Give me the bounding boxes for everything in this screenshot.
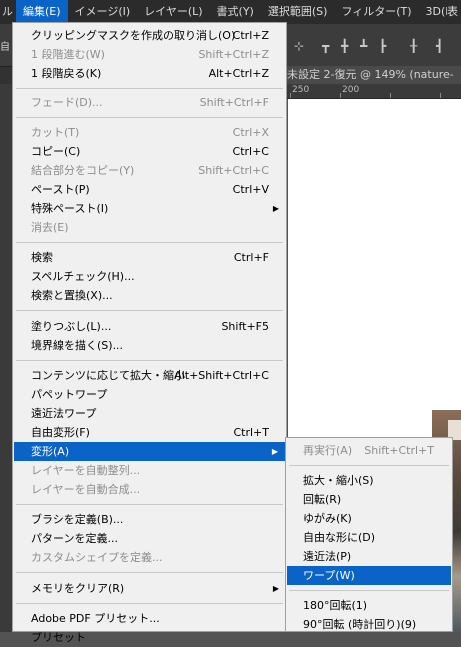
- menu-separator: [16, 242, 283, 243]
- menu-item-presets[interactable]: プリセット: [13, 628, 286, 647]
- options-label: 自: [0, 42, 10, 53]
- menu-item-auto-align-layers[interactable]: レイヤーを自動整列...: [13, 461, 286, 480]
- menu-item-fade[interactable]: フェード(D)... Shift+Ctrl+F: [13, 93, 286, 112]
- menu-item-fill[interactable]: 塗りつぶし(L)... Shift+F5: [13, 317, 286, 336]
- menu-item-step-backward[interactable]: 1 段階戻る(K) Alt+Ctrl+Z: [13, 64, 286, 83]
- menu-overflow[interactable]: 表: [447, 0, 461, 24]
- menu-item-purge[interactable]: メモリをクリア(R) ▶: [13, 579, 286, 598]
- menu-item-copy[interactable]: コピー(C) Ctrl+C: [13, 142, 286, 161]
- align-left-icon[interactable]: ┣: [379, 40, 393, 52]
- submenu-item-skew[interactable]: ゆがみ(K): [286, 509, 452, 528]
- menu-item-find-replace[interactable]: 検索と置換(X)...: [13, 286, 286, 305]
- align-hcenter-icon[interactable]: ╂: [410, 40, 424, 52]
- submenu-item-distort[interactable]: 自由な形に(D): [286, 528, 452, 547]
- menu-item-puppet-warp[interactable]: パペットワープ: [13, 385, 286, 404]
- edit-menu: クリッピングマスクを作成の取り消し(O) Ctrl+Z 1 段階進む(W) Sh…: [12, 22, 287, 644]
- menu-item-spell-check[interactable]: スペルチェック(H)...: [13, 267, 286, 286]
- menu-edit[interactable]: 編集(E): [16, 0, 68, 24]
- menu-item-stroke[interactable]: 境界線を描く(S)...: [13, 336, 286, 355]
- menu-filter[interactable]: フィルター(T): [334, 0, 418, 24]
- menu-item-search[interactable]: 検索 Ctrl+F: [13, 248, 286, 267]
- menu-item-free-transform[interactable]: 自由変形(F) Ctrl+T: [13, 423, 286, 442]
- menu-file-partial[interactable]: ル: [0, 0, 16, 24]
- align-right-icon[interactable]: ┫: [436, 40, 450, 52]
- menu-item-perspective-warp[interactable]: 遠近法ワープ: [13, 404, 286, 423]
- menu-separator: [16, 603, 283, 604]
- menu-item-pdf-presets[interactable]: Adobe PDF プリセット...: [13, 609, 286, 628]
- menu-type[interactable]: 書式(Y): [210, 0, 261, 24]
- menu-separator: [16, 572, 283, 573]
- submenu-arrow-icon: ▶: [271, 447, 278, 456]
- menu-item-paste[interactable]: ペースト(P) Ctrl+V: [13, 180, 286, 199]
- submenu-item-perspective[interactable]: 遠近法(P): [286, 547, 452, 566]
- menu-select[interactable]: 選択範囲(S): [261, 0, 335, 24]
- align-bottom-icon[interactable]: ┻: [360, 40, 374, 52]
- ruler-label-200: 200: [342, 85, 360, 95]
- transform-submenu: 再実行(A) Shift+Ctrl+T 拡大・縮小(S) 回転(R) ゆがみ(K…: [285, 437, 453, 632]
- menu-item-clear[interactable]: 消去(E): [13, 218, 286, 237]
- menu-item-transform[interactable]: 変形(A) ▶: [14, 442, 285, 461]
- menu-separator: [289, 465, 449, 466]
- submenu-item-again[interactable]: 再実行(A) Shift+Ctrl+T: [286, 441, 452, 460]
- submenu-item-rotate[interactable]: 回転(R): [286, 490, 452, 509]
- menu-separator: [16, 360, 283, 361]
- submenu-item-rotate-90-cw[interactable]: 90°回転 (時計回り)(9): [286, 615, 452, 634]
- align-vcenter-icon[interactable]: ╋: [341, 40, 355, 52]
- menu-item-paste-special[interactable]: 特殊ペースト(I) ▶: [13, 199, 286, 218]
- document-tab[interactable]: 未設定 2-復元 @ 149% (nature-: [283, 66, 461, 84]
- menu-separator: [16, 117, 283, 118]
- menu-separator: [16, 88, 283, 89]
- vertical-ruler: [0, 98, 12, 632]
- align-top-icon[interactable]: ┳: [322, 40, 336, 52]
- submenu-item-scale[interactable]: 拡大・縮小(S): [286, 471, 452, 490]
- menu-separator: [289, 590, 449, 591]
- transform-icon[interactable]: ⊹: [294, 40, 308, 52]
- ruler-label-250: 250: [292, 85, 310, 95]
- menu-item-define-brush[interactable]: ブラシを定義(B)...: [13, 510, 286, 529]
- menu-item-cut[interactable]: カット(T) Ctrl+X: [13, 123, 286, 142]
- menu-item-copy-merged[interactable]: 結合部分をコピー(Y) Shift+Ctrl+C: [13, 161, 286, 180]
- menu-item-define-pattern[interactable]: パターンを定義...: [13, 529, 286, 548]
- menu-item-auto-blend-layers[interactable]: レイヤーを自動合成...: [13, 480, 286, 499]
- menu-layer[interactable]: レイヤー(L): [137, 0, 209, 24]
- submenu-item-rotate-180[interactable]: 180°回転(1): [286, 596, 452, 615]
- menu-separator: [16, 310, 283, 311]
- submenu-item-warp[interactable]: ワープ(W): [287, 566, 451, 585]
- submenu-arrow-icon: ▶: [272, 584, 279, 593]
- menu-item-step-forward[interactable]: 1 段階進む(W) Shift+Ctrl+Z: [13, 45, 286, 64]
- menu-image[interactable]: イメージ(I): [68, 0, 138, 24]
- menu-bar: ル 編集(E) イメージ(I) レイヤー(L) 書式(Y) 選択範囲(S) フィ…: [0, 0, 461, 24]
- menu-item-define-custom-shape[interactable]: カスタムシェイプを定義...: [13, 548, 286, 567]
- submenu-arrow-icon: ▶: [272, 204, 279, 213]
- menu-separator: [16, 504, 283, 505]
- menu-item-undo[interactable]: クリッピングマスクを作成の取り消し(O) Ctrl+Z: [13, 26, 286, 45]
- menu-item-content-aware-scale[interactable]: コンテンツに応じて拡大・縮小 Alt+Shift+Ctrl+C: [13, 366, 286, 385]
